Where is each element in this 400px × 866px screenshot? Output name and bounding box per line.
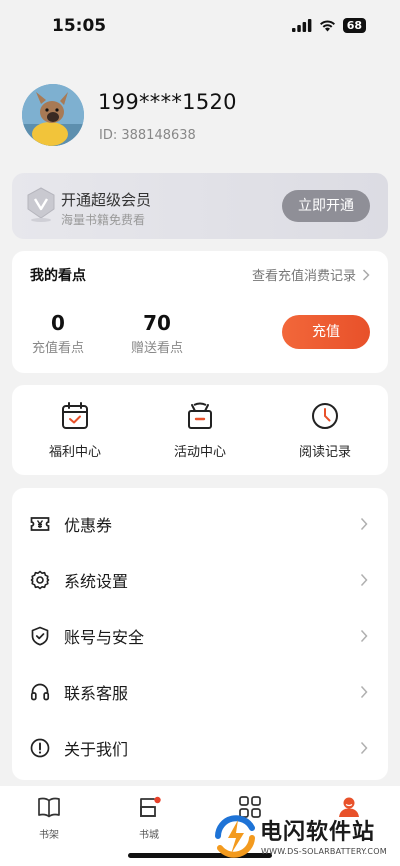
vip-badge-icon <box>27 187 55 222</box>
menu-item-account-security[interactable]: 账号与安全 <box>12 608 388 664</box>
status-icons: 68 <box>291 18 366 33</box>
tab-bookshelf[interactable]: 书架 <box>19 796 79 841</box>
calendar-check-icon <box>62 402 88 429</box>
wifi-icon <box>319 20 335 32</box>
vip-title: 开通超级会员 <box>61 191 152 209</box>
avatar[interactable] <box>22 84 84 146</box>
tab-label-bookstore: 书城 <box>139 830 159 841</box>
gear-icon <box>30 570 50 590</box>
info-icon <box>30 738 50 758</box>
activity-center-label: 活动中心 <box>173 445 226 460</box>
tab-label-bookshelf: 书架 <box>39 830 59 841</box>
welfare-center-label: 福利中心 <box>48 445 101 460</box>
watermark-logo <box>215 815 255 858</box>
coupon-icon <box>30 517 50 531</box>
reading-history-button[interactable]: 阅读记录 <box>275 401 375 460</box>
menu-item-coupons[interactable]: 优惠券 <box>12 496 388 552</box>
recharge-points-value: 0 <box>51 311 65 335</box>
recharge-button[interactable]: 充值 <box>282 315 370 349</box>
chevron-right-icon <box>360 741 368 755</box>
settings-menu: 优惠券 系统设置 账号与安全 联系客服 关于我们 <box>12 488 388 780</box>
book-icon <box>38 797 60 818</box>
user-id: ID: 388148638 <box>99 128 196 143</box>
tab-bookstore[interactable]: 书城 <box>119 796 179 841</box>
menu-item-about-us[interactable]: 关于我们 <box>12 720 388 776</box>
profile-header[interactable]: 199****1520 ID: 388148638 <box>22 84 382 148</box>
clock-icon <box>312 403 338 429</box>
reading-history-label: 阅读记录 <box>298 445 351 460</box>
shield-icon <box>31 626 49 646</box>
recharge-points-label: 充值看点 <box>31 341 84 356</box>
chevron-right-icon <box>360 573 368 587</box>
vip-banner[interactable]: 开通超级会员 海量书籍免费看 立即开通 <box>12 173 388 239</box>
menu-item-system-settings[interactable]: 系统设置 <box>12 552 388 608</box>
menu-item-customer-service[interactable]: 联系客服 <box>12 664 388 720</box>
chevron-right-icon <box>360 629 368 643</box>
menu-label-about-us: 关于我们 <box>64 740 129 759</box>
recharge-records-label: 查看充值消费记录 <box>251 269 356 284</box>
status-bar: 15:05 68 <box>0 0 400 54</box>
bonus-points-value: 70 <box>143 311 171 335</box>
bookstore-icon <box>140 796 161 817</box>
points-card: 我的看点 查看充值消费记录 0 充值看点 70 赠送看点 充值 <box>12 251 388 373</box>
battery-indicator: 68 <box>342 18 366 33</box>
gift-icon <box>188 402 212 429</box>
menu-label-coupons: 优惠券 <box>64 516 113 535</box>
bonus-points-stat: 70 赠送看点 <box>129 311 185 356</box>
vip-subtitle: 海量书籍免费看 <box>61 213 146 227</box>
welfare-center-button[interactable]: 福利中心 <box>25 401 125 460</box>
menu-label-system-settings: 系统设置 <box>64 572 129 591</box>
activity-center-button[interactable]: 活动中心 <box>150 401 250 460</box>
watermark-url: WWW.DS-SOLARBATTERY.COM <box>261 847 387 856</box>
quick-actions: 福利中心 活动中心 阅读记录 <box>12 385 388 475</box>
open-vip-button[interactable]: 立即开通 <box>282 190 370 222</box>
watermark: 电闪软件站 WWW.DS-SOLARBATTERY.COM <box>214 812 400 864</box>
headset-icon <box>30 683 50 701</box>
chevron-right-icon <box>360 517 368 531</box>
recharge-records-link[interactable]: 查看充值消费记录 <box>252 265 370 284</box>
recharge-points-stat: 0 充值看点 <box>30 311 86 356</box>
chevron-right-icon <box>360 685 368 699</box>
points-title: 我的看点 <box>30 268 86 284</box>
menu-label-account-security: 账号与安全 <box>64 628 145 647</box>
chevron-right-icon <box>362 268 370 281</box>
bonus-points-label: 赠送看点 <box>130 341 183 356</box>
signal-icon <box>291 19 312 32</box>
watermark-text: 电闪软件站 <box>260 820 376 845</box>
menu-label-customer-service: 联系客服 <box>64 684 129 703</box>
phone-number: 199****1520 <box>98 90 237 114</box>
status-time: 15:05 <box>52 16 107 36</box>
